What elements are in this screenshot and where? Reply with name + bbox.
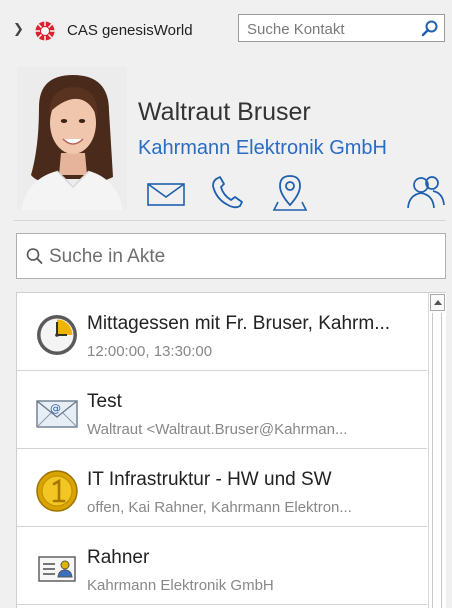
email-icon[interactable] <box>146 178 186 208</box>
address-card-icon <box>38 556 76 582</box>
item-title: Rahner <box>87 547 150 568</box>
expand-arrow-icon[interactable]: ❯ <box>13 21 24 37</box>
contact-company-link[interactable]: Kahrmann Elektronik GmbH <box>138 137 387 160</box>
scroll-up-arrow-icon[interactable] <box>430 294 445 311</box>
search-contact-input[interactable] <box>245 17 419 41</box>
location-pin-icon[interactable] <box>272 172 308 214</box>
file-search-input[interactable] <box>47 242 431 272</box>
contact-portrait-image <box>17 67 127 210</box>
contacts-people-icon[interactable] <box>406 174 446 212</box>
item-title: Test <box>87 391 122 412</box>
vertical-scrollbar[interactable] <box>428 293 446 608</box>
email-envelope-icon: @ <box>36 400 78 428</box>
appointment-clock-icon <box>37 315 77 355</box>
card-divider <box>14 220 446 221</box>
search-icon[interactable] <box>421 19 439 37</box>
item-subtitle: Kahrmann Elektronik GmbH <box>87 577 274 594</box>
top-bar: ❯ CAS genesisWorld <box>0 0 452 58</box>
contact-name: Waltraut Bruser <box>138 98 311 126</box>
app-name: CAS genesisWorld <box>67 22 193 39</box>
list-item[interactable]: Rahner Kahrmann Elektronik GmbH <box>17 527 427 605</box>
item-subtitle: 12:00:00, 13:30:00 <box>87 343 213 360</box>
search-contact-box[interactable] <box>238 14 445 42</box>
item-title: Mittagessen mit Fr. Bruser, Kahrm... <box>87 313 391 334</box>
file-item-list: Mittagessen mit Fr. Bruser, Kahrm... 12:… <box>16 292 446 608</box>
contact-photo <box>17 67 127 210</box>
item-subtitle: Waltraut <Waltraut.Bruser@Kahrman... <box>87 421 348 438</box>
contact-card: Waltraut Bruser Kahrmann Elektronik GmbH <box>8 60 452 220</box>
item-subtitle: offen, Kai Rahner, Kahrmann Elektron... <box>87 499 352 516</box>
cas-logo-icon <box>35 21 55 41</box>
list-item[interactable]: IT Infrastruktur - HW und SW offen, Kai … <box>17 449 427 527</box>
scroll-track[interactable] <box>432 313 442 608</box>
phone-icon[interactable] <box>208 173 248 213</box>
item-title: IT Infrastruktur - HW und SW <box>87 469 332 490</box>
file-search-box[interactable] <box>16 233 446 279</box>
search-icon[interactable] <box>25 247 43 265</box>
list-item[interactable]: @ Test Waltraut <Waltraut.Bruser@Kahrman… <box>17 371 427 449</box>
gold-coin-icon <box>36 470 78 512</box>
list-item[interactable]: Mittagessen mit Fr. Bruser, Kahrm... 12:… <box>17 293 427 371</box>
svg-text:@: @ <box>50 402 61 415</box>
